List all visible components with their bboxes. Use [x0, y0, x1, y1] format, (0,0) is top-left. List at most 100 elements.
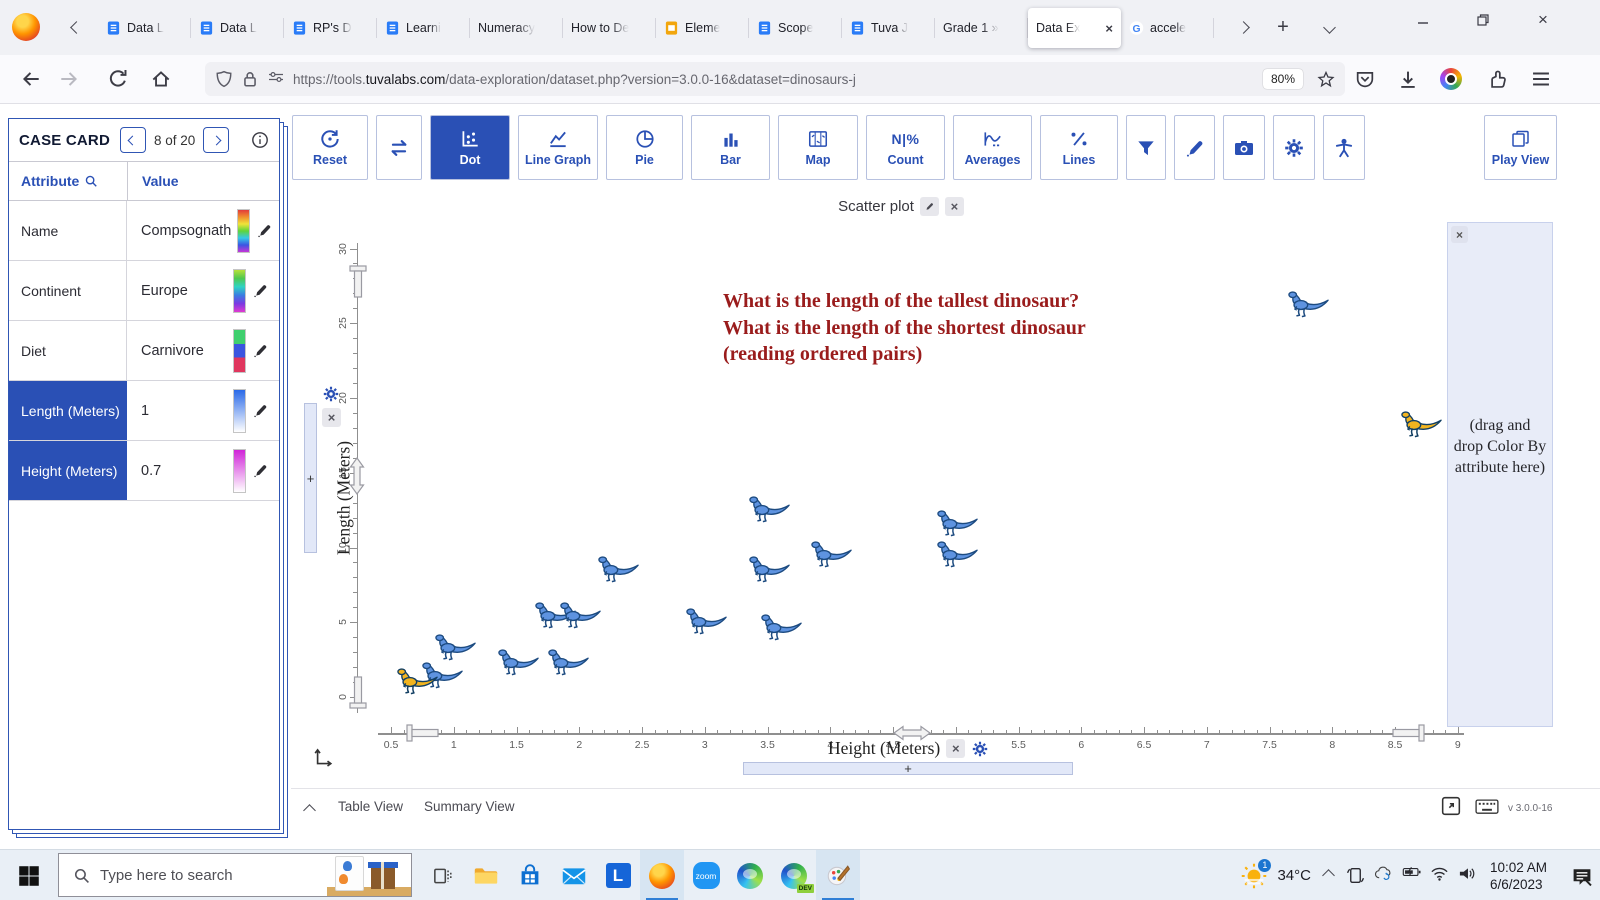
fullscreen-icon[interactable] — [1441, 796, 1461, 816]
table-view-tab[interactable]: Table View — [338, 799, 403, 814]
y-axis-min-handle[interactable] — [348, 675, 367, 710]
data-point-dinosaur[interactable] — [557, 601, 601, 631]
camera-button[interactable] — [1223, 115, 1265, 180]
data-point-dinosaur[interactable] — [934, 509, 978, 539]
taskbar-edge-icon[interactable] — [728, 850, 772, 900]
tray-volume-icon[interactable] — [1458, 866, 1477, 885]
window-restore-button[interactable] — [1460, 0, 1506, 40]
start-button[interactable] — [0, 850, 58, 900]
swap-button[interactable] — [376, 115, 422, 180]
line-graph-button[interactable]: Line Graph — [518, 115, 598, 180]
shield-icon[interactable] — [215, 70, 233, 88]
attribute-cell[interactable]: Diet — [9, 321, 127, 380]
browser-tab[interactable]: Grade 1 » — [935, 8, 1028, 48]
edit-pencil-icon[interactable] — [252, 342, 269, 359]
count-button[interactable]: N|% Count — [866, 115, 945, 180]
bar-button[interactable]: Bar — [691, 115, 770, 180]
edit-pencil-icon[interactable] — [252, 282, 269, 299]
color-swatch[interactable] — [233, 268, 246, 313]
browser-tab[interactable]: Gaccele — [1121, 8, 1214, 48]
reset-button[interactable]: Reset — [292, 115, 368, 180]
browser-tab[interactable]: Data L — [98, 8, 191, 48]
data-point-dinosaur-selected[interactable] — [394, 667, 438, 697]
browser-tab[interactable]: Numeracy — [470, 8, 563, 48]
tab-close-icon[interactable]: × — [1105, 21, 1113, 36]
gear-button[interactable] — [1273, 115, 1315, 180]
data-point-dinosaur[interactable] — [595, 555, 639, 585]
previous-case-button[interactable] — [119, 127, 146, 153]
screen-capture-extension-icon[interactable] — [1440, 68, 1462, 90]
next-case-button[interactable] — [203, 127, 230, 153]
data-point-dinosaur[interactable] — [545, 648, 589, 678]
axis-order-icon[interactable] — [311, 746, 333, 768]
taskbar-lexia-app-icon[interactable]: L — [596, 850, 640, 900]
edit-pencil-icon[interactable] — [256, 222, 273, 239]
home-button[interactable] — [150, 68, 172, 90]
color-by-drop-zone[interactable]: × (drag and drop Color By attribute here… — [1447, 222, 1553, 727]
browser-tab[interactable]: Eleme — [656, 8, 749, 48]
attribute-cell[interactable]: Name — [9, 201, 127, 260]
pen-button[interactable] — [1174, 115, 1215, 180]
play-view-button[interactable]: Play View — [1484, 115, 1557, 180]
x-axis-remove-button[interactable]: × — [946, 739, 966, 758]
data-point-dinosaur-selected[interactable] — [1398, 410, 1442, 440]
list-all-tabs-icon[interactable] — [1318, 16, 1340, 38]
browser-tab[interactable]: Learni — [377, 8, 470, 48]
tray-battery-icon[interactable] — [1402, 866, 1421, 885]
bookmark-star-icon[interactable] — [1317, 70, 1335, 88]
downloads-icon[interactable] — [1397, 68, 1419, 90]
y-axis-max-handle[interactable] — [348, 265, 367, 299]
data-point-dinosaur[interactable] — [758, 613, 802, 643]
taskbar-mail-icon[interactable] — [552, 850, 596, 900]
info-icon[interactable] — [251, 131, 269, 149]
data-point-dinosaur[interactable] — [495, 648, 539, 678]
taskbar-firefox-icon[interactable] — [640, 850, 684, 900]
x-axis-min-handle[interactable] — [406, 724, 440, 742]
x-axis-slider[interactable]: + — [743, 761, 1073, 776]
y-axis-settings-gear-icon[interactable] — [322, 385, 340, 403]
browser-tab[interactable]: RP's D — [284, 8, 377, 48]
address-bar[interactable]: https://tools.tuvalabs.com/data-explorat… — [205, 62, 1345, 96]
x-axis-max-handle[interactable] — [1391, 724, 1425, 742]
new-tab-button[interactable]: + — [1272, 16, 1294, 38]
data-point-dinosaur[interactable] — [934, 540, 978, 570]
attribute-column-header[interactable]: Attribute — [9, 173, 127, 189]
tab-overflow-right-icon[interactable] — [1232, 16, 1254, 38]
collapse-chevron-icon[interactable] — [303, 802, 316, 820]
taskbar-search-input[interactable]: Type here to search — [58, 853, 412, 897]
data-point-dinosaur[interactable] — [746, 555, 790, 585]
browser-tab[interactable]: Scope — [749, 8, 842, 48]
window-close-button[interactable]: × — [1520, 0, 1566, 40]
taskbar-file-explorer-icon[interactable] — [464, 850, 508, 900]
tray-tablet-icon[interactable] — [1346, 866, 1365, 885]
tray-wifi-icon[interactable] — [1430, 866, 1449, 885]
lines-button[interactable]: Lines — [1040, 115, 1118, 180]
attribute-cell[interactable]: Height (Meters) — [9, 441, 127, 500]
url-text[interactable]: https://tools.tuvalabs.com/data-explorat… — [293, 72, 1257, 87]
summary-view-tab[interactable]: Summary View — [424, 799, 515, 814]
extension-thumb-icon[interactable] — [1486, 68, 1508, 90]
data-point-dinosaur[interactable] — [432, 633, 476, 663]
window-minimize-button[interactable] — [1400, 0, 1446, 40]
tray-chevron-up-icon[interactable] — [1322, 867, 1335, 885]
color-swatch[interactable] — [233, 328, 246, 373]
permissions-icon[interactable] — [267, 70, 285, 88]
lock-icon[interactable] — [241, 70, 259, 88]
taskbar-microsoft-store-icon[interactable] — [508, 850, 552, 900]
action-center-icon[interactable] — [1570, 865, 1594, 887]
filter-button[interactable] — [1126, 115, 1166, 180]
keyboard-icon[interactable] — [1475, 799, 1499, 815]
browser-tab[interactable]: Tuva J — [842, 8, 935, 48]
y-axis-label[interactable]: Length (Meters) — [334, 441, 355, 555]
color-swatch[interactable] — [233, 388, 246, 433]
data-point-dinosaur[interactable] — [808, 540, 852, 570]
tray-onedrive-icon[interactable] — [1374, 866, 1393, 885]
edit-pencil-icon[interactable] — [252, 462, 269, 479]
x-axis-settings-gear-icon[interactable] — [971, 740, 989, 758]
averages-button[interactable]: Averages — [953, 115, 1032, 180]
taskbar-zoom-app-icon[interactable]: zoom — [684, 850, 728, 900]
close-title-button[interactable]: × — [944, 197, 964, 216]
color-swatch[interactable] — [233, 448, 246, 493]
y-axis-slider[interactable]: + — [304, 403, 317, 553]
taskbar-task-view-icon[interactable] — [420, 850, 464, 900]
